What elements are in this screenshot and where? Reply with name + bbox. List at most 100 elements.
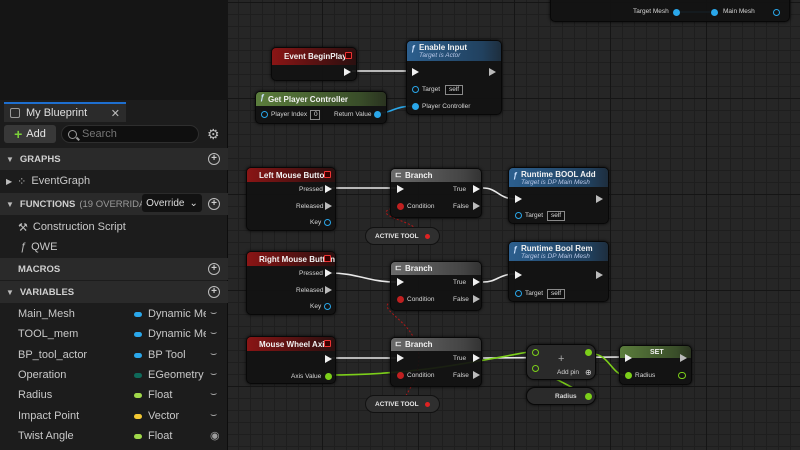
variables-section-header[interactable]: ▼ VARIABLES + — [0, 281, 228, 303]
true-pin[interactable] — [473, 354, 480, 362]
add-variable-icon[interactable]: + — [208, 286, 220, 298]
exec-out-pin[interactable] — [325, 355, 332, 363]
delegate-pin[interactable] — [324, 340, 331, 347]
close-icon[interactable]: ✕ — [111, 107, 120, 120]
bool-pin[interactable] — [424, 233, 430, 239]
eye-closed-icon[interactable]: ⌣ — [210, 327, 217, 340]
eye-closed-icon[interactable]: ⌣ — [210, 348, 217, 361]
false-pin[interactable] — [473, 202, 480, 210]
input-a-pin[interactable] — [532, 349, 539, 356]
add-macro-icon[interactable]: + — [208, 263, 220, 275]
variable-item[interactable]: Impact Point Vector ⌣ — [0, 406, 228, 426]
override-dropdown[interactable]: Override ⌄ — [142, 194, 202, 212]
key-pin[interactable] — [324, 303, 331, 310]
exec-out-pin[interactable] — [596, 271, 603, 279]
my-blueprint-tab[interactable]: My Blueprint ✕ — [4, 102, 126, 122]
gear-icon[interactable]: ⚙ — [207, 126, 220, 143]
variable-item[interactable]: Twist Angle Float ◉ — [0, 426, 228, 446]
add-pin-label[interactable]: Add pin — [557, 369, 579, 376]
pressed-pin[interactable] — [325, 185, 332, 193]
player-index-pin[interactable] — [261, 111, 268, 118]
variable-item[interactable]: BP_tool_actor BP Tool ⌣ — [0, 345, 228, 365]
get-player-controller-node[interactable]: ƒ Get Player Controller Player Index 0 R… — [255, 91, 387, 124]
exec-in-pin[interactable] — [412, 68, 419, 76]
target-pin[interactable] — [515, 212, 522, 219]
eye-closed-icon[interactable]: ⌣ — [210, 368, 217, 381]
event-graph-item[interactable]: ▶ ⁘ EventGraph — [0, 171, 228, 191]
radius-in-pin[interactable] — [625, 372, 632, 379]
eye-open-icon[interactable]: ◉ — [210, 429, 220, 442]
condition-pin[interactable] — [397, 203, 404, 210]
active-tool-getter[interactable]: ACTIVE TOOL — [365, 395, 440, 413]
event-graph-canvas[interactable]: Target Mesh Main Mesh Event BeginPlay ƒ … — [228, 0, 800, 450]
target-pin[interactable] — [515, 290, 522, 297]
enable-input-node[interactable]: ƒ Enable Input Target is Actor Target se… — [406, 40, 502, 115]
search-box[interactable] — [61, 125, 199, 143]
variable-item[interactable]: Radius Float ⌣ — [0, 385, 228, 405]
delegate-pin[interactable] — [345, 52, 352, 59]
target-pin[interactable] — [412, 86, 419, 93]
caret-right-icon[interactable]: ▶ — [6, 177, 12, 186]
exec-out-pin[interactable] — [344, 68, 351, 76]
variable-item[interactable]: TOOL_mem Dynamic Me ⌣ — [0, 324, 228, 344]
branch-node[interactable]: ⊏ Branch True Condition False — [390, 261, 482, 311]
condition-pin[interactable] — [397, 296, 404, 303]
active-tool-getter[interactable]: ACTIVE TOOL — [365, 227, 440, 245]
top-node[interactable]: Target Mesh Main Mesh — [550, 0, 790, 22]
pressed-pin[interactable] — [325, 269, 332, 277]
exec-in-pin[interactable] — [515, 195, 522, 203]
add-graph-icon[interactable]: + — [208, 153, 220, 165]
add-float-node[interactable]: + Add pin ⊕ — [526, 344, 596, 380]
left-mouse-node[interactable]: Left Mouse Button Pressed Released Key — [246, 167, 336, 231]
graphs-section-header[interactable]: ▼ GRAPHS + — [0, 148, 228, 170]
eye-closed-icon[interactable]: ⌣ — [210, 307, 217, 320]
radius-out-pin[interactable] — [678, 372, 686, 379]
input-b-pin[interactable] — [532, 365, 539, 372]
mouse-wheel-axis-node[interactable]: Mouse Wheel Axis Axis Value — [246, 336, 336, 384]
functions-section-header[interactable]: ▼ FUNCTIONS (19 OVERRIDABLE) Override ⌄ … — [0, 193, 228, 215]
delegate-pin[interactable] — [324, 255, 331, 262]
key-pin[interactable] — [324, 219, 331, 226]
exec-out-pin[interactable] — [596, 195, 603, 203]
player-controller-pin[interactable] — [412, 103, 419, 110]
released-pin[interactable] — [325, 202, 332, 210]
axis-value-pin[interactable] — [325, 373, 332, 380]
add-function-icon[interactable]: + — [208, 198, 220, 210]
eye-closed-icon[interactable]: ⌣ — [210, 388, 217, 401]
radius-out-pin[interactable] — [585, 393, 592, 400]
false-pin[interactable] — [473, 295, 480, 303]
player-index-field[interactable]: 0 — [310, 110, 320, 120]
bool-pin[interactable] — [424, 401, 430, 407]
true-pin[interactable] — [473, 185, 480, 193]
variable-item[interactable]: Main_Mesh Dynamic Me ⌣ — [0, 304, 228, 324]
branch-node[interactable]: ⊏ Branch True Condition False — [390, 168, 482, 218]
false-pin[interactable] — [473, 371, 480, 379]
released-pin[interactable] — [325, 286, 332, 294]
exec-in-pin[interactable] — [397, 278, 404, 286]
target-self-field[interactable]: self — [445, 85, 464, 95]
macros-section-header[interactable]: MACROS + — [0, 258, 228, 280]
set-radius-node[interactable]: SET Radius — [619, 345, 692, 385]
return-value-pin[interactable] — [374, 111, 381, 118]
right-mouse-node[interactable]: Right Mouse Button Pressed Released Key — [246, 251, 336, 315]
add-pin-icon[interactable]: ⊕ — [585, 368, 592, 377]
exec-out-pin[interactable] — [489, 68, 496, 76]
exec-in-pin[interactable] — [515, 271, 522, 279]
eye-closed-icon[interactable]: ⌣ — [210, 409, 217, 422]
radius-getter-node[interactable]: Radius — [526, 387, 596, 405]
variable-item[interactable]: Operation EGeometry S ⌣ — [0, 365, 228, 385]
function-item[interactable]: ƒ QWE — [0, 237, 228, 257]
exec-in-pin[interactable] — [397, 185, 404, 193]
target-mesh-pin[interactable] — [673, 9, 680, 16]
target-self-field[interactable]: self — [547, 289, 566, 299]
exec-out-pin[interactable] — [680, 354, 687, 362]
runtime-bool-rem-node[interactable]: ƒ Runtime Bool Rem Target is DP Main Mes… — [508, 241, 609, 302]
main-mesh-pin[interactable] — [711, 9, 718, 16]
branch-node[interactable]: ⊏ Branch True Condition False — [390, 337, 482, 387]
result-pin[interactable] — [585, 349, 592, 356]
condition-pin[interactable] — [397, 372, 404, 379]
event-beginplay-node[interactable]: Event BeginPlay — [271, 47, 357, 81]
output-pin[interactable] — [773, 9, 780, 16]
runtime-bool-add-node[interactable]: ƒ Runtime BOOL Add Target is DP Main Mes… — [508, 167, 609, 224]
add-button[interactable]: + Add — [4, 125, 56, 143]
